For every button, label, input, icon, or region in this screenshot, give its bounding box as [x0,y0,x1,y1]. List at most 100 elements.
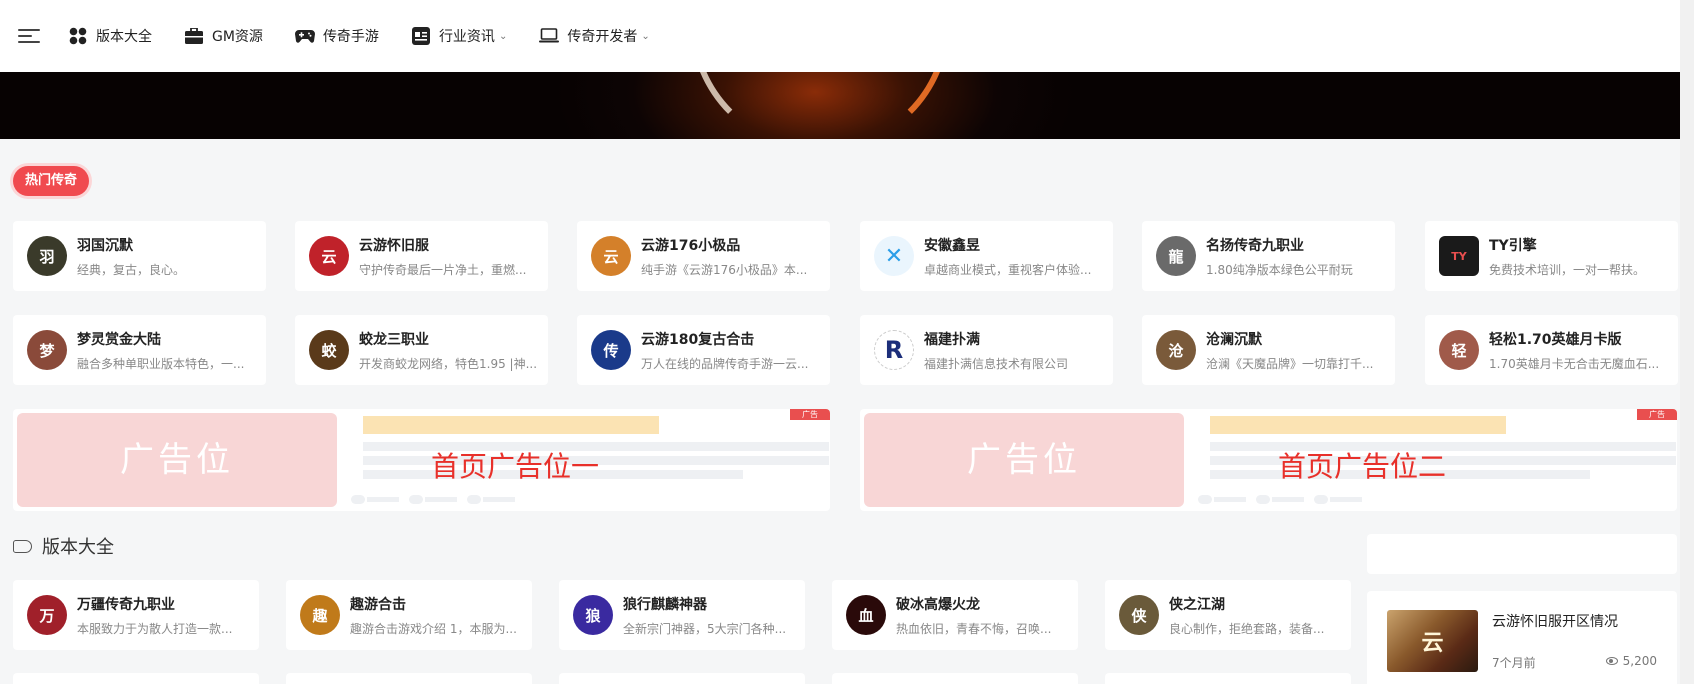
card-title: 沧澜沉默 [1206,331,1262,348]
card-title: 安徽鑫昱 [924,237,980,254]
ad-title: 首页广告位一 [431,450,600,483]
card-desc: 万人在线的品牌传奇手游一云... [641,356,809,371]
nav-item-developers[interactable]: 传奇开发者 ⌄ [539,26,650,46]
card-title: 羽国沉默 [77,237,133,254]
hero-banner[interactable] [0,72,1694,139]
avatar: 传 [591,330,631,370]
card-title: 轻松1.70英雄月卡版 [1489,331,1622,348]
hot-card[interactable]: 蛟 蛟龙三职业开发商蛟龙网络，特色1.95 |神... [295,315,548,385]
view-count: 5,200 [1622,654,1657,668]
card-desc: 守护传奇最后一片净土，重燃... [359,262,527,277]
version-card[interactable]: 狼 狼行麒麟神器全新宗门神器，5大宗门各种... [559,580,805,650]
nav-item-label: 行业资讯 [438,29,495,45]
nav-item-gm-resources[interactable]: GM资源 [184,26,263,46]
version-card[interactable]: 侠 侠之江湖 良心制作，拒绝套路，装备... [1105,580,1351,650]
card-desc: 趣游合击游戏介绍 1，本服为... [350,621,517,636]
nav-item-mobile-games[interactable]: 传奇手游 [294,26,379,46]
ad-placeholder: 广告位 [864,413,1184,507]
avatar: 龍 [1156,236,1196,276]
scrollbar[interactable] [1680,0,1694,684]
grid-icon [68,26,88,46]
nav-item-label: 传奇手游 [322,29,379,45]
hot-card[interactable]: 传 云游180复古合击 万人在线的品牌传奇手游一云... [577,315,830,385]
card-desc: 热血依旧，青春不悔，召唤... [896,621,1052,636]
post-thumbnail: 云 [1387,610,1478,672]
menu-icon[interactable] [18,27,40,45]
nav-item-versions[interactable]: 版本大全 [68,26,152,46]
card-title: 梦灵赏金大陆 [77,331,161,348]
avatar: 侠 [1119,595,1159,635]
version-card[interactable] [286,673,532,684]
card-title: 万疆传奇九职业 [77,596,175,613]
avatar: 云 [591,236,631,276]
hot-card[interactable]: TY TY引擎免费技术培训，一对一帮扶。 [1425,221,1678,291]
post-time: 7个月前 [1492,656,1536,670]
ad-badge: 广告 [790,409,830,420]
card-desc: 纯手游《云游176小极品》本... [641,262,808,277]
card-title: 名扬传奇九职业 [1206,237,1304,254]
hot-card[interactable]: 梦 梦灵赏金大陆 融合多种单职业版本特色，一... [13,315,266,385]
ad-slot-2[interactable]: 广告位 广告 首页广告位二 [860,409,1677,511]
hot-card[interactable]: 云 云游怀旧服 守护传奇最后一片净土，重燃... [295,221,548,291]
sidebar-post[interactable]: 云 云游怀旧服开区情况 7个月前 5,200 [1367,591,1677,684]
ad-badge: 广告 [1637,409,1677,420]
card-desc: 1.70英雄月卡无合击无魔血石... [1489,356,1660,371]
avatar: 蛟 [309,330,349,370]
section-header: 版本大全 [13,533,114,559]
card-desc: 福建扑满信息技术有限公司 [924,356,1069,371]
briefcase-icon [184,26,204,46]
news-icon [411,26,431,46]
card-desc: 本服致力于为散人打造一款... [77,621,233,636]
hot-card[interactable]: R 福建扑满福建扑满信息技术有限公司 [860,315,1113,385]
ad-placeholder: 广告位 [17,413,337,507]
version-card[interactable]: 万 万疆传奇九职业本服致力于为散人打造一款... [13,580,259,650]
gamepad-icon [294,26,315,46]
card-desc: 免费技术培训，一对一帮扶。 [1489,262,1646,277]
tag-icon [13,539,32,553]
hot-card[interactable]: 沧 沧澜沉默 沧澜《天魔品牌》一切靠打千... [1142,315,1395,385]
avatar: 趣 [300,595,340,635]
banner-graphic [690,72,950,139]
hot-card[interactable]: ✕ 安徽鑫昱卓越商业模式，重视客户体验... [860,221,1113,291]
hot-card[interactable]: 龍 名扬传奇九职业 1.80纯净版本绿色公平耐玩 [1142,221,1395,291]
hot-card[interactable]: 羽 羽国沉默 经典，复古，良心。 [13,221,266,291]
version-card[interactable] [13,673,259,684]
ad-title: 首页广告位二 [1278,450,1447,483]
hot-card[interactable]: 轻 轻松1.70英雄月卡版 1.70英雄月卡无合击无魔血石... [1425,315,1678,385]
avatar: 云 [309,236,349,276]
ad-slot-1[interactable]: 广告位 广告 首页广告位一 [13,409,830,511]
card-desc: 经典，复古，良心。 [77,262,186,277]
card-desc: 卓越商业模式，重视客户体验... [924,262,1092,277]
card-title: 狼行麒麟神器 [623,596,707,613]
card-title: 蛟龙三职业 [359,331,429,348]
avatar: 万 [27,595,67,635]
card-title: 福建扑满 [924,331,980,348]
version-card[interactable] [1105,673,1351,684]
card-desc: 良心制作，拒绝套路，装备... [1169,621,1325,636]
card-title: TY引擎 [1489,237,1537,254]
avatar: 轻 [1439,330,1479,370]
card-desc: 开发商蛟龙网络，特色1.95 |神... [359,356,538,371]
avatar: TY [1439,236,1479,276]
version-card[interactable] [559,673,805,684]
avatar: R [874,330,914,370]
version-card[interactable] [832,673,1078,684]
laptop-icon [539,26,560,46]
post-title[interactable]: 云游怀旧服开区情况 [1492,611,1618,631]
chevron-down-icon: ⌄ [498,30,508,42]
section-title: 版本大全 [42,537,114,558]
card-desc: 1.80纯净版本绿色公平耐玩 [1206,262,1353,277]
card-desc: 融合多种单职业版本特色，一... [77,356,245,371]
hot-section-tag: 热门传奇 [13,166,90,196]
chevron-down-icon: ⌄ [641,30,650,42]
hot-card[interactable]: 云 云游176小极品 纯手游《云游176小极品》本... [577,221,830,291]
card-desc: 沧澜《天魔品牌》一切靠打千... [1206,356,1374,371]
nav-item-industry-news[interactable]: 行业资讯 ⌄ [411,26,507,46]
nav-item-label: 传奇开发者 [567,29,638,45]
card-desc: 全新宗门神器，5大宗门各种... [623,621,787,636]
version-card[interactable]: 血 破冰高爆火龙 热血依旧，青春不悔，召唤... [832,580,1078,650]
nav-item-label: 版本大全 [96,29,152,45]
version-card[interactable]: 趣 趣游合击 趣游合击游戏介绍 1，本服为... [286,580,532,650]
avatar: 狼 [573,595,613,635]
avatar: ✕ [874,236,914,276]
